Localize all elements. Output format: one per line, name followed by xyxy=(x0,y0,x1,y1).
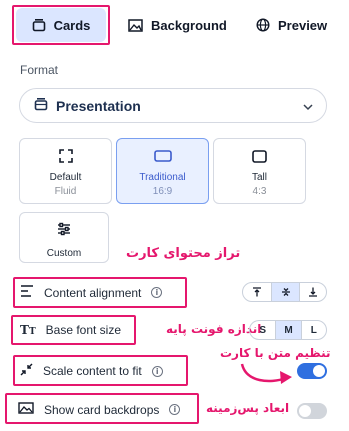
aspect-option-default-name: Default xyxy=(49,172,82,183)
align-middle-icon xyxy=(281,288,290,296)
globe-icon xyxy=(256,18,270,32)
annotation-backdrop: ابعاد پس‌زمینه xyxy=(206,401,290,415)
tab-bar: Cards Background Preview xyxy=(12,5,342,45)
base-font-size-label: Base font size xyxy=(45,323,122,337)
tab-cards[interactable]: Cards xyxy=(16,8,106,42)
image-icon xyxy=(18,402,34,417)
toggle-knob xyxy=(299,405,311,417)
aspect-option-traditional-name: Traditional xyxy=(139,172,186,183)
annotation-content-level: تراز محتوای کارت xyxy=(126,246,241,261)
font-size-s-button[interactable]: S xyxy=(250,321,275,339)
card-backdrops-row: Show card backdrops i xyxy=(18,402,181,417)
align-middle-button[interactable] xyxy=(271,283,299,301)
aspect-option-tall-name: Tall xyxy=(251,172,267,183)
aspect-option-tall[interactable]: Tall 4:3 xyxy=(213,138,306,204)
format-select-value: Presentation xyxy=(56,97,141,114)
tab-preview-label: Preview xyxy=(278,17,328,33)
scale-content-row: Scale content to fit i xyxy=(20,363,163,379)
tab-cards-label: Cards xyxy=(53,17,91,33)
aspect-option-traditional-sub: 16:9 xyxy=(152,186,173,197)
sliders-icon xyxy=(57,222,71,241)
align-bottom-button[interactable] xyxy=(299,283,326,301)
info-icon[interactable]: i xyxy=(169,404,181,415)
scale-content-toggle[interactable] xyxy=(297,363,327,379)
format-label: Format xyxy=(20,63,59,77)
content-alignment-label: Content alignment xyxy=(44,285,142,300)
widescreen-icon xyxy=(153,149,172,163)
image-icon xyxy=(128,18,143,32)
toggle-knob xyxy=(313,365,325,377)
align-bottom-icon xyxy=(309,287,317,297)
expand-icon xyxy=(58,149,73,163)
font-size-selector: S M L xyxy=(249,320,327,340)
presentation-icon xyxy=(34,97,48,114)
align-left-icon xyxy=(20,285,34,300)
font-size-l-button[interactable]: L xyxy=(300,321,326,339)
info-icon[interactable]: i xyxy=(151,287,163,298)
scale-content-label: Scale content to fit xyxy=(43,364,142,378)
annotation-font-size: اندازه فونت پایه xyxy=(166,322,262,336)
aspect-option-custom[interactable]: Custom xyxy=(19,212,109,263)
annotation-arrow xyxy=(240,363,292,384)
card-backdrops-label: Show card backdrops xyxy=(44,402,160,417)
base-font-size-row: TT Base font size xyxy=(20,323,121,337)
aspect-option-default[interactable]: Default Fluid xyxy=(19,138,112,204)
card-backdrops-toggle[interactable] xyxy=(297,403,327,419)
content-alignment-row: Content alignment i xyxy=(20,285,163,300)
aspect-option-traditional[interactable]: Traditional 16:9 xyxy=(116,138,209,204)
font-size-m-button[interactable]: M xyxy=(275,321,301,339)
cards-icon xyxy=(32,18,46,32)
aspect-option-tall-sub: 4:3 xyxy=(252,186,267,197)
tab-background-label: Background xyxy=(151,17,227,33)
tab-background[interactable]: Background xyxy=(128,8,227,42)
format-select[interactable]: Presentation xyxy=(19,88,327,123)
content-alignment-selector xyxy=(242,282,327,302)
align-top-button[interactable] xyxy=(243,283,271,301)
align-top-icon xyxy=(253,287,261,297)
text-size-icon: TT xyxy=(20,323,36,337)
aspect-option-custom-name: Custom xyxy=(46,248,82,259)
tab-preview[interactable]: Preview xyxy=(256,8,327,42)
aspect-option-default-sub: Fluid xyxy=(54,186,77,197)
standard-ratio-icon xyxy=(252,149,267,163)
shrink-icon xyxy=(20,363,33,379)
info-icon[interactable]: i xyxy=(151,365,163,377)
chevron-down-icon xyxy=(302,100,314,116)
